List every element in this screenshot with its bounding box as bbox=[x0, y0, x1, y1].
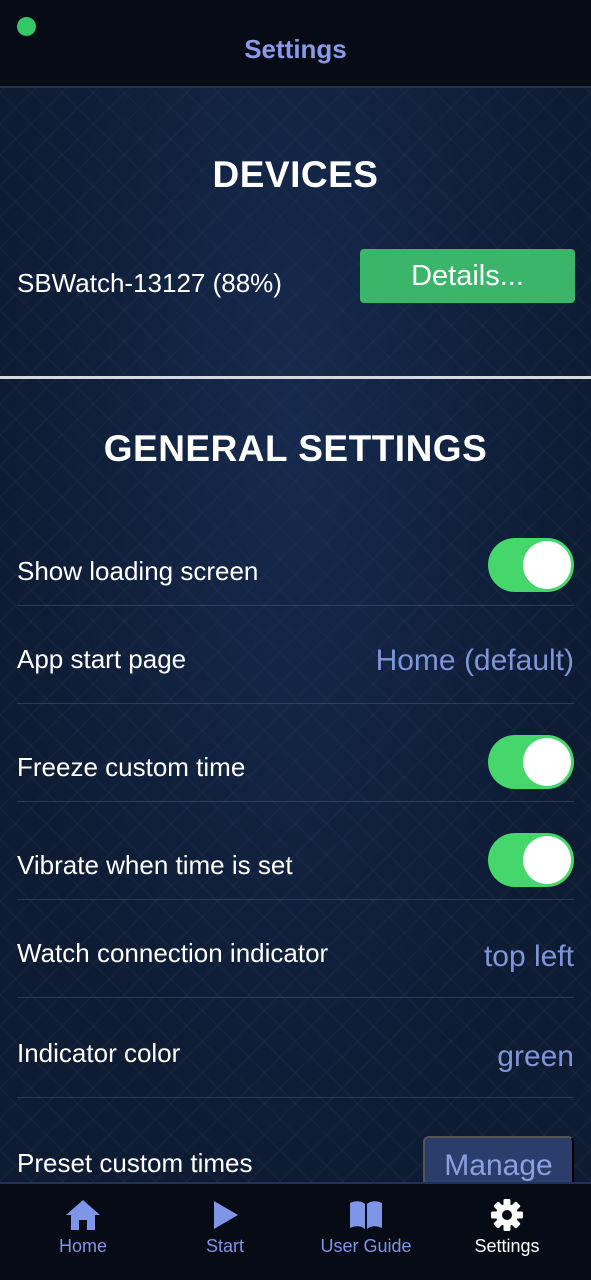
connection-indicator-position-select[interactable]: top left bbox=[484, 940, 574, 974]
tab-label: Home bbox=[58, 1236, 107, 1256]
tab-user-guide[interactable]: User Guide bbox=[306, 1184, 426, 1280]
show-loading-screen-toggle[interactable] bbox=[488, 538, 574, 592]
tab-label: Start bbox=[205, 1236, 244, 1256]
bottom-tab-bar: Home Start User Guide Settings bbox=[0, 1182, 591, 1280]
setting-row-app-start-page: App start page Home (default) bbox=[17, 606, 574, 704]
setting-row-vibrate-when-time-set: Vibrate when time is set bbox=[17, 802, 574, 900]
home-icon bbox=[66, 1200, 100, 1230]
play-icon bbox=[214, 1201, 238, 1229]
section-divider bbox=[0, 376, 591, 379]
tab-label: Settings bbox=[474, 1236, 540, 1256]
setting-label: Vibrate when time is set bbox=[17, 850, 293, 880]
tab-settings[interactable]: Settings bbox=[457, 1184, 557, 1280]
vibrate-when-time-set-toggle[interactable] bbox=[488, 833, 574, 887]
tab-start[interactable]: Start bbox=[175, 1184, 275, 1280]
gear-icon bbox=[491, 1199, 523, 1231]
page-title: Settings bbox=[244, 34, 347, 64]
header-bar: Settings bbox=[0, 0, 591, 88]
setting-row-watch-connection-indicator: Watch connection indicator top left bbox=[17, 900, 574, 998]
setting-row-show-loading-screen: Show loading screen bbox=[17, 508, 574, 606]
tab-home[interactable]: Home bbox=[33, 1184, 133, 1280]
general-settings-title: GENERAL SETTINGS bbox=[103, 428, 488, 469]
tab-label: User Guide bbox=[320, 1236, 412, 1256]
setting-row-freeze-custom-time: Freeze custom time bbox=[17, 704, 574, 802]
book-icon bbox=[350, 1201, 382, 1229]
device-name: SBWatch-13127 (88%) bbox=[17, 268, 282, 298]
app-start-page-select[interactable]: Home (default) bbox=[376, 644, 574, 678]
toggle-knob bbox=[523, 738, 571, 786]
setting-row-indicator-color: Indicator color green bbox=[17, 1000, 574, 1098]
setting-label: Indicator color bbox=[17, 1038, 181, 1068]
setting-label: Show loading screen bbox=[17, 556, 259, 586]
devices-section-title: DEVICES bbox=[212, 154, 379, 195]
setting-label: Preset custom times bbox=[17, 1148, 253, 1178]
toggle-knob bbox=[523, 541, 571, 589]
freeze-custom-time-toggle[interactable] bbox=[488, 735, 574, 789]
indicator-color-select[interactable]: green bbox=[497, 1040, 574, 1074]
toggle-knob bbox=[523, 836, 571, 884]
setting-label: Freeze custom time bbox=[17, 752, 246, 782]
setting-label: App start page bbox=[17, 644, 187, 674]
setting-label: Watch connection indicator bbox=[17, 938, 329, 968]
device-details-button[interactable]: Details... bbox=[360, 249, 575, 303]
